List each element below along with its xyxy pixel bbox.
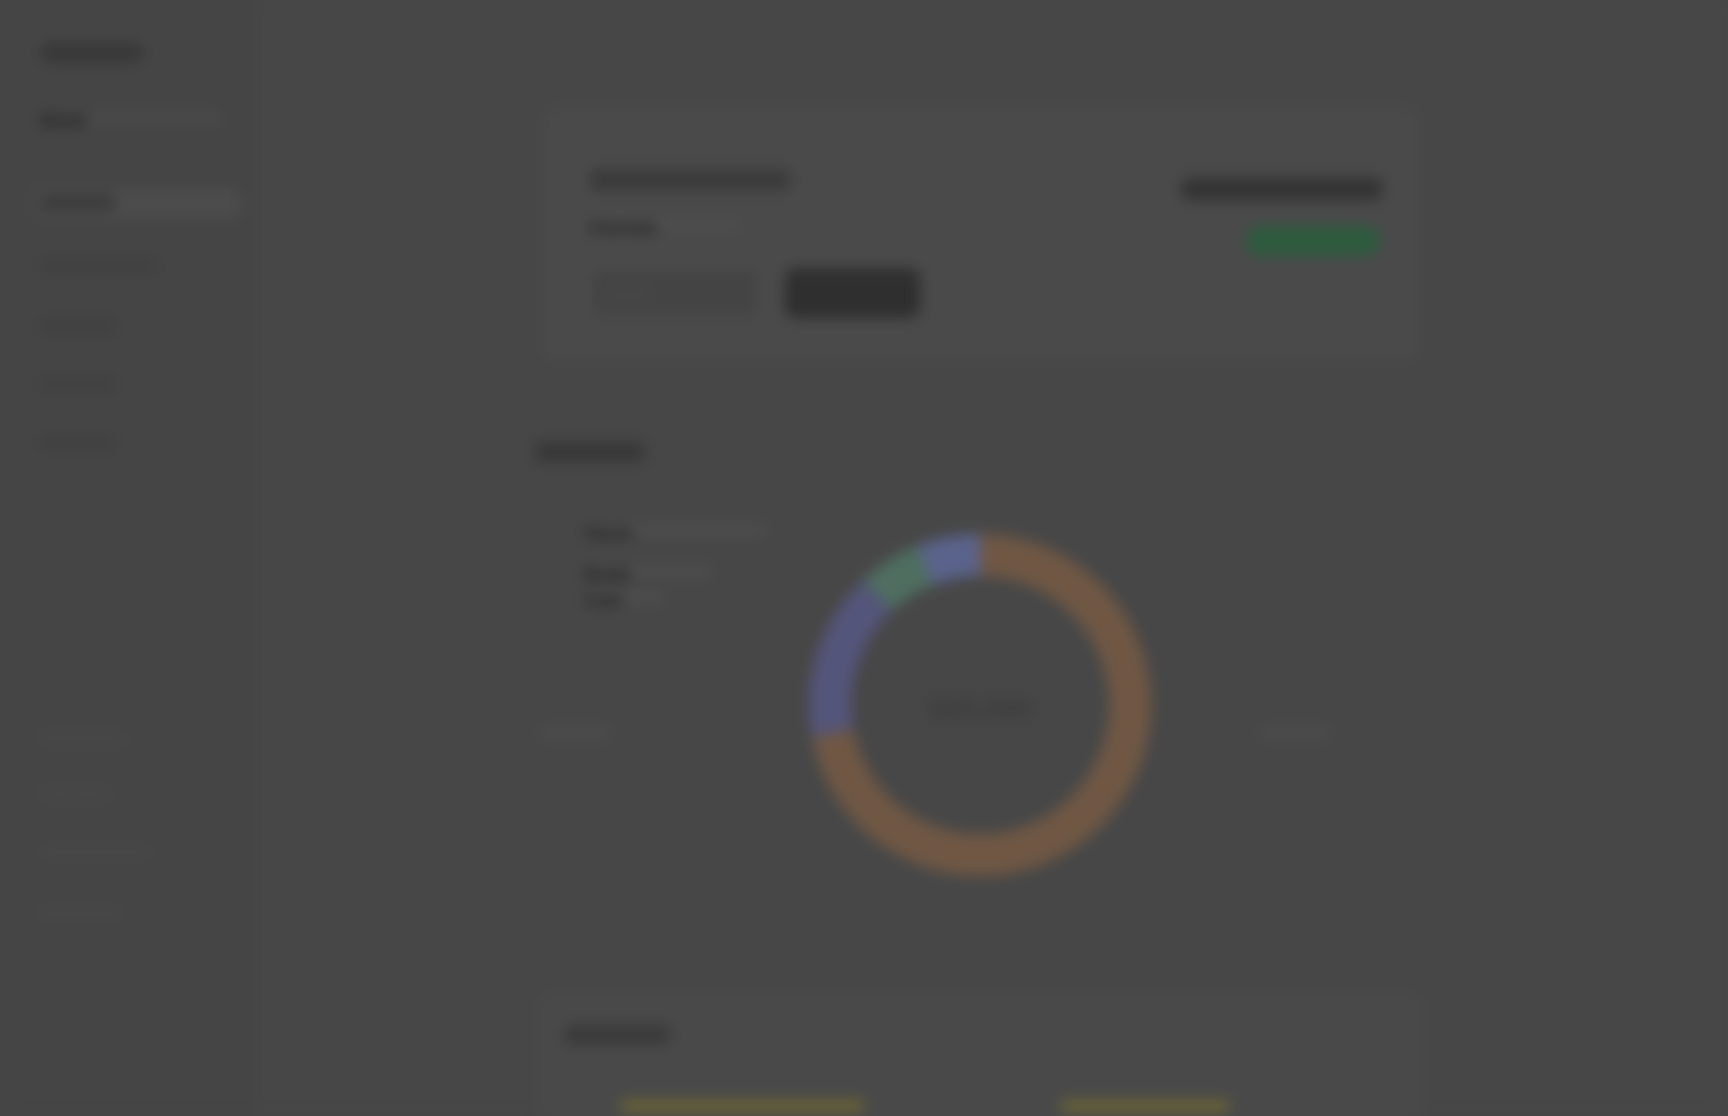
donut-center-value: $20,000: [929, 693, 1031, 724]
sidebar-item-transactions[interactable]: Transactions: [40, 257, 158, 273]
page-root: Portfolio Brand Overview Transactions Ac…: [0, 0, 1728, 1116]
recent-bar: [620, 1100, 865, 1112]
sidebar-bottom-item[interactable]: Documentation: [40, 844, 150, 860]
sidebar-bottom-item[interactable]: Contact: [40, 786, 110, 802]
legend-label: Stocks: [585, 525, 765, 542]
sidebar-item-overview[interactable]: Overview: [40, 195, 115, 211]
axis-label-right: [1260, 728, 1330, 738]
recent-title: Recent: [565, 1026, 670, 1044]
legend-label: Bonds: [585, 566, 710, 583]
search-input[interactable]: Search: [590, 268, 760, 318]
sidebar-bottom-item[interactable]: Privacy: [40, 905, 120, 921]
sidebar-item-accounts[interactable]: Accounts: [40, 318, 116, 334]
allocation-title: Allocation: [535, 442, 645, 462]
legend-label: Cash: [585, 592, 663, 609]
sidebar-item-reports[interactable]: Reports: [40, 376, 116, 392]
status-badge: Active: [1245, 226, 1380, 256]
sidebar-item-settings[interactable]: Settings: [40, 435, 116, 451]
search-button[interactable]: Search: [785, 268, 920, 318]
account-subtitle: Overview: [590, 220, 740, 237]
sidebar: Portfolio Brand Overview Transactions Ac…: [0, 0, 262, 1116]
recent-bar: [1060, 1100, 1230, 1112]
axis-label-left: [540, 728, 610, 738]
logo: Portfolio: [42, 44, 142, 62]
logo-subtitle: Brand: [42, 112, 222, 129]
sidebar-bottom-item[interactable]: Help Center: [40, 730, 125, 746]
account-balance: $20,000.00: [1182, 178, 1382, 200]
allocation-donut: $20,000: [790, 515, 1170, 895]
account-title: Personal Account: [590, 170, 790, 190]
recent-card: [540, 995, 1422, 1116]
